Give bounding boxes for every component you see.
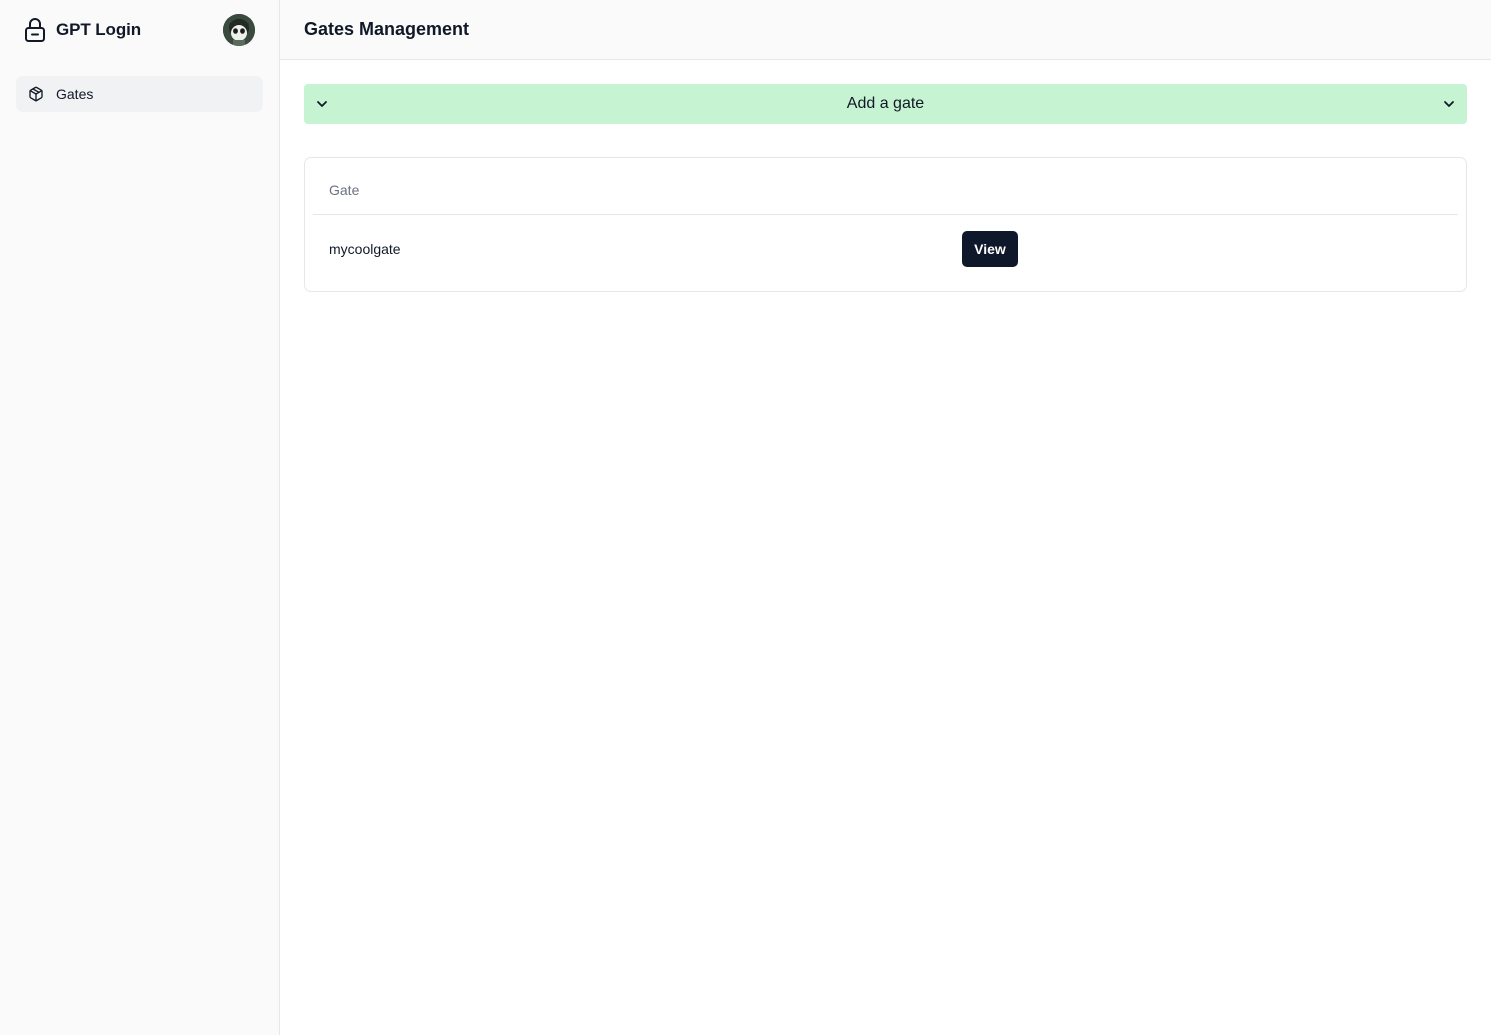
view-gate-button[interactable]: View <box>962 231 1018 267</box>
table-header: Gate <box>313 158 1458 215</box>
sidebar-item-gates[interactable]: Gates <box>16 76 263 112</box>
column-header-gate: Gate <box>329 182 360 198</box>
cube-icon <box>28 86 44 102</box>
chevron-down-icon <box>1441 96 1457 112</box>
gate-name: mycoolgate <box>329 241 401 257</box>
gates-table: Gate mycoolgate View <box>304 157 1467 292</box>
page-title: Gates Management <box>304 19 470 39</box>
table-row: mycoolgate View <box>313 216 1458 292</box>
lock-icon <box>24 17 46 43</box>
brand-title: GPT Login <box>56 20 142 39</box>
add-gate-label: Add a gate <box>846 95 925 112</box>
chevron-down-icon <box>314 96 330 112</box>
sidebar-item-label: Gates <box>56 86 94 102</box>
brand[interactable]: GPT Login <box>24 16 141 44</box>
top-bar: Gates Management <box>280 0 1491 60</box>
sidebar: GPT Login Gates <box>0 0 280 1035</box>
main-content: Gates Management Add a gate Gate mycoolg… <box>280 0 1491 1035</box>
add-gate-accordion[interactable]: Add a gate <box>304 84 1467 124</box>
app-root: GPT Login Gates Gates Management Add a g… <box>0 0 1491 1035</box>
user-avatar[interactable] <box>223 14 255 46</box>
